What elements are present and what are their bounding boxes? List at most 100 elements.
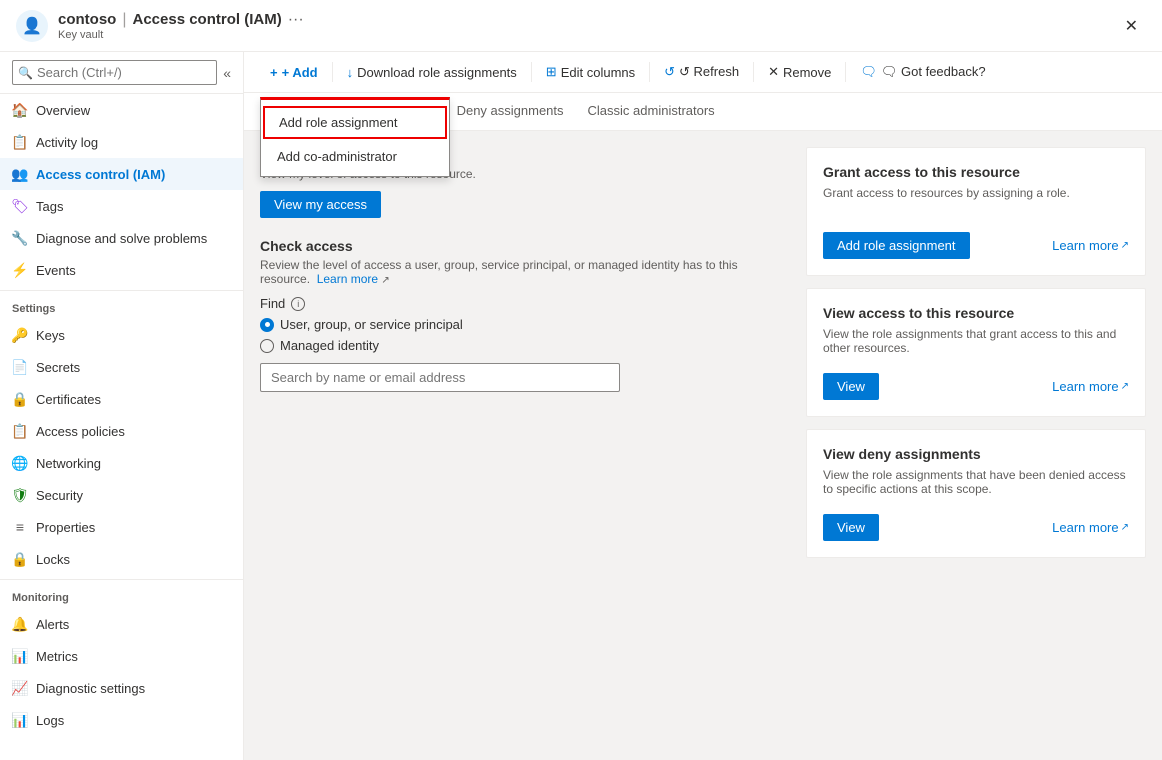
properties-icon: ≡ [12, 519, 28, 535]
view-access-footer: View Learn more ↗ [823, 373, 1129, 400]
toolbar-sep-5 [845, 62, 846, 82]
add-label: + Add [282, 65, 318, 80]
view-deny-desc: View the role assignments that have been… [823, 468, 1129, 500]
logs-icon: 📊 [12, 712, 28, 728]
header-subtitle: Key vault [58, 29, 304, 41]
tab-classic-administrators[interactable]: Classic administrators [576, 93, 727, 130]
sidebar-item-keys[interactable]: 🔑 Keys [0, 319, 243, 351]
header-dots[interactable]: ··· [288, 11, 304, 29]
find-row: Find i [260, 296, 790, 311]
sidebar-item-properties[interactable]: ≡ Properties [0, 511, 243, 543]
sidebar-item-access-control[interactable]: 👥 Access control (IAM) [0, 158, 243, 190]
metrics-icon: 📊 [12, 648, 28, 664]
sidebar-item-security[interactable]: 🛡 Security [0, 479, 243, 511]
diagnostic-settings-icon: 📈 [12, 680, 28, 696]
sidebar-item-label: Access control (IAM) [36, 167, 165, 182]
view-access-card: View access to this resource View the ro… [806, 288, 1146, 417]
view-access-button[interactable]: View [823, 373, 879, 400]
sidebar-item-label: Locks [36, 552, 70, 567]
top-header: 👤 contoso | Access control (IAM) ··· Key… [0, 0, 1162, 52]
check-access-search-input[interactable] [260, 363, 620, 392]
toolbar-sep-4 [753, 62, 754, 82]
sidebar-item-diagnostic-settings[interactable]: 📈 Diagnostic settings [0, 672, 243, 704]
sidebar-item-label: Diagnose and solve problems [36, 231, 207, 246]
close-button[interactable]: ✕ [1117, 12, 1146, 40]
remove-icon: ✕ [768, 64, 779, 80]
resource-icon: 👤 [16, 10, 48, 42]
certificates-icon: 🔒 [12, 391, 28, 407]
monitoring-section-header: Monitoring [0, 579, 243, 608]
alerts-icon: 🔔 [12, 616, 28, 632]
sidebar-item-networking[interactable]: 🌐 Networking [0, 447, 243, 479]
sidebar-item-secrets[interactable]: 📄 Secrets [0, 351, 243, 383]
header-left: 👤 contoso | Access control (IAM) ··· Key… [16, 10, 304, 42]
sidebar-collapse-button[interactable]: « [223, 65, 231, 81]
view-my-access-button[interactable]: View my access [260, 191, 381, 218]
sidebar: 🔍 « 🏠 Overview 📋 Activity log 👥 Access c… [0, 52, 244, 760]
sidebar-item-alerts[interactable]: 🔔 Alerts [0, 608, 243, 640]
sidebar-item-overview[interactable]: 🏠 Overview [0, 94, 243, 126]
security-icon: 🛡 [12, 487, 28, 503]
sidebar-item-activity-log[interactable]: 📋 Activity log [0, 126, 243, 158]
sidebar-item-label: Tags [36, 199, 63, 214]
sidebar-item-certificates[interactable]: 🔒 Certificates [0, 383, 243, 415]
sidebar-item-metrics[interactable]: 📊 Metrics [0, 640, 243, 672]
check-access-desc: Review the level of access a user, group… [260, 258, 790, 286]
add-role-assignment-card-button[interactable]: Add role assignment [823, 232, 970, 259]
tab-deny-assignments[interactable]: Deny assignments [445, 93, 576, 130]
sidebar-item-label: Secrets [36, 360, 80, 375]
sidebar-item-locks[interactable]: 🔒 Locks [0, 543, 243, 575]
diagnose-icon: 🔧 [12, 230, 28, 246]
sidebar-item-label: Certificates [36, 392, 101, 407]
edit-columns-button[interactable]: ⊞ Edit columns [536, 60, 645, 84]
remove-label: Remove [783, 65, 831, 80]
grant-access-title: Grant access to this resource [823, 164, 1129, 180]
access-control-icon: 👥 [12, 166, 28, 182]
overview-icon: 🏠 [12, 102, 28, 118]
sidebar-item-diagnose[interactable]: 🔧 Diagnose and solve problems [0, 222, 243, 254]
view-access-learn-more[interactable]: Learn more [1052, 379, 1118, 394]
page-content: My access View my level of access to thi… [244, 131, 1162, 760]
radio-user-group-circle [260, 318, 274, 332]
sidebar-item-label: Overview [36, 103, 90, 118]
info-icon[interactable]: i [291, 297, 305, 311]
sidebar-item-tags[interactable]: 🏷 Tags [0, 190, 243, 222]
edit-columns-icon: ⊞ [546, 64, 557, 80]
remove-button[interactable]: ✕ Remove [758, 60, 841, 84]
search-input[interactable] [12, 60, 217, 85]
check-access-learn-more[interactable]: Learn more [317, 272, 378, 286]
radio-user-group-label: User, group, or service principal [280, 317, 463, 332]
view-deny-learn-more[interactable]: Learn more [1052, 520, 1118, 535]
radio-user-group[interactable]: User, group, or service principal [260, 317, 790, 332]
view-deny-footer: View Learn more ↗ [823, 514, 1129, 541]
toolbar-sep-1 [332, 62, 333, 82]
view-deny-button[interactable]: View [823, 514, 879, 541]
search-icon: 🔍 [18, 66, 33, 80]
sidebar-item-label: Logs [36, 713, 64, 728]
grant-access-learn-more[interactable]: Learn more [1052, 238, 1118, 253]
sidebar-item-label: Security [36, 488, 83, 503]
locks-icon: 🔒 [12, 551, 28, 567]
activity-log-icon: 📋 [12, 134, 28, 150]
sidebar-item-events[interactable]: ⚡ Events [0, 254, 243, 286]
header-separator: | [122, 11, 126, 29]
toolbar-sep-2 [531, 62, 532, 82]
add-dropdown-menu: Add role assignment Add co-administrator [260, 97, 450, 177]
content-grid: My access View my level of access to thi… [244, 131, 1162, 760]
add-co-administrator-menu-item[interactable]: Add co-administrator [261, 141, 449, 172]
view-access-title: View access to this resource [823, 305, 1129, 321]
feedback-button[interactable]: 🗨 🗨 Got feedback? [850, 60, 995, 84]
add-button[interactable]: + + Add [260, 61, 328, 84]
grant-access-desc: Grant access to resources by assigning a… [823, 186, 1129, 218]
refresh-button[interactable]: ↺ ↺ Refresh [654, 60, 749, 84]
radio-managed-identity[interactable]: Managed identity [260, 338, 790, 353]
radio-managed-identity-label: Managed identity [280, 338, 379, 353]
grant-access-card: Grant access to this resource Grant acce… [806, 147, 1146, 276]
add-role-assignment-menu-item[interactable]: Add role assignment [263, 106, 447, 139]
main-layout: 🔍 « 🏠 Overview 📋 Activity log 👥 Access c… [0, 52, 1162, 760]
download-button[interactable]: ↓ Download role assignments [337, 61, 527, 84]
sidebar-item-logs[interactable]: 📊 Logs [0, 704, 243, 736]
sidebar-item-access-policies[interactable]: 📋 Access policies [0, 415, 243, 447]
add-dropdown-container: + + Add Add role assignment Add co-admin… [260, 61, 328, 84]
sidebar-item-label: Metrics [36, 649, 78, 664]
